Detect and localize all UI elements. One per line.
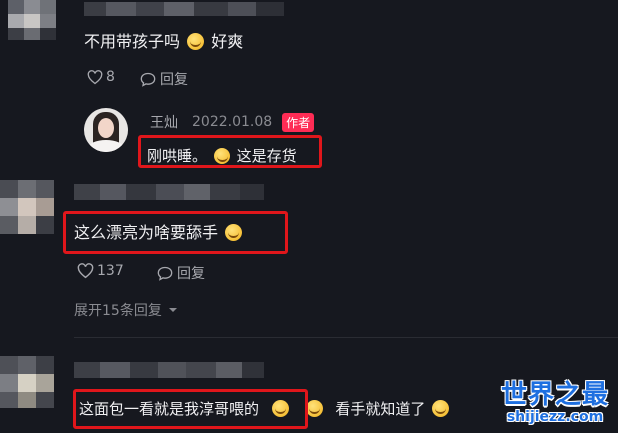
reply-label: 回复 — [160, 72, 188, 88]
reply-date: 2022.01.08 — [192, 114, 273, 130]
watermark: 世界之最 shijiezz.com — [496, 374, 614, 425]
like-button[interactable]: 8 — [87, 69, 115, 85]
author-name[interactable]: 王灿 — [150, 112, 178, 132]
username-blurred[interactable] — [74, 184, 264, 200]
comment-text-main: 不用带孩子吗 — [84, 32, 181, 51]
highlight-box — [63, 211, 288, 254]
reply-button[interactable]: 回复 — [157, 263, 205, 283]
comment-icon — [140, 72, 156, 87]
avatar-blurred[interactable] — [0, 180, 54, 234]
reply-label: 回复 — [177, 266, 205, 282]
emoji-icon — [305, 400, 323, 417]
chevron-down-icon — [168, 308, 177, 312]
author-tag-badge: 作者 — [282, 112, 315, 132]
comment-text-tail: 看手就知道了 — [335, 400, 426, 418]
highlight-box — [73, 389, 308, 429]
like-count: 137 — [97, 263, 124, 279]
avatar-blurred[interactable] — [0, 356, 54, 408]
heart-icon — [87, 69, 103, 84]
comment-icon — [157, 266, 173, 281]
like-count: 8 — [106, 69, 115, 85]
comment-text: 不用带孩子吗 好爽 — [84, 28, 243, 52]
watermark-url: shijiezz.com — [506, 409, 604, 425]
emoji-icon — [187, 33, 205, 50]
username-blurred[interactable] — [74, 362, 264, 378]
avatar-blurred[interactable] — [8, 0, 56, 40]
expand-replies-label: 展开15条回复 — [74, 303, 162, 319]
like-button[interactable]: 137 — [77, 263, 124, 279]
username-blurred[interactable] — [84, 2, 284, 16]
expand-replies-button[interactable]: 展开15条回复 — [74, 300, 178, 320]
heart-icon — [77, 263, 94, 279]
author-header: 王灿 2022.01.08 作者 — [150, 112, 315, 132]
divider — [74, 337, 618, 338]
author-avatar[interactable] — [84, 108, 128, 152]
reply-button[interactable]: 回复 — [140, 69, 188, 89]
emoji-icon — [432, 400, 450, 417]
comment-text-tail: 好爽 — [211, 32, 244, 51]
watermark-title: 世界之最 — [500, 380, 609, 410]
highlight-box — [138, 135, 322, 168]
